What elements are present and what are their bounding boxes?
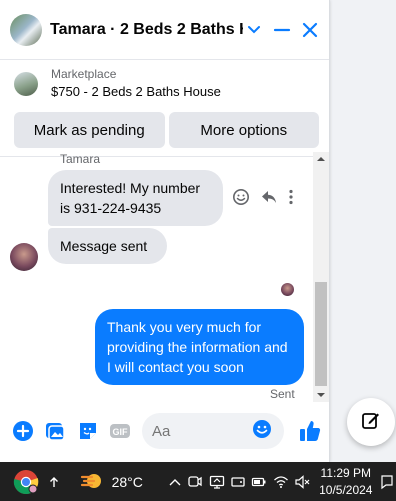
taskbar-edge	[0, 462, 10, 501]
chrome-icon[interactable]	[10, 462, 43, 501]
listing-text: Marketplace $750 - 2 Beds 2 Baths House	[51, 66, 221, 102]
clock-time: 11:29 PM	[320, 465, 372, 480]
photo-icon[interactable]	[43, 418, 69, 444]
chevron-down-icon[interactable]	[243, 19, 265, 41]
more-options-button[interactable]: More options	[168, 112, 319, 148]
new-message-button[interactable]	[347, 398, 395, 446]
scroll-up-icon[interactable]	[313, 152, 329, 166]
sender-name: Tamara	[60, 152, 101, 166]
taskbar-overflow-icon[interactable]	[43, 462, 64, 501]
scrollbar-thumb[interactable]	[315, 282, 327, 386]
message-status: Sent	[270, 387, 295, 401]
weather-temperature[interactable]: 28°C	[112, 462, 143, 501]
thumbs-up-icon[interactable]	[298, 418, 324, 444]
chat-header: Tamara · 2 Beds 2 Baths H…	[0, 0, 329, 60]
windows-taskbar: 28°C 11:29 PM 10/5/2024	[0, 462, 396, 501]
header-controls	[243, 19, 321, 41]
react-icon[interactable]	[232, 188, 250, 211]
emoji-icon[interactable]	[252, 419, 272, 444]
sender-avatar[interactable]	[10, 243, 38, 271]
incoming-message[interactable]: Message sent	[48, 228, 167, 264]
reply-icon[interactable]	[260, 188, 278, 211]
chat-window: Tamara · 2 Beds 2 Baths H… Marketplace $…	[0, 0, 330, 462]
battery-icon[interactable]	[249, 462, 270, 501]
system-clock[interactable]: 11:29 PM 10/5/2024	[319, 465, 372, 499]
clock-date: 10/5/2024	[319, 482, 373, 497]
listing-source: Marketplace	[51, 67, 117, 81]
sticker-icon[interactable]	[75, 418, 101, 444]
volume-muted-icon[interactable]	[292, 462, 313, 501]
svg-text:GIF: GIF	[113, 427, 129, 437]
message-input-box[interactable]	[142, 413, 284, 449]
more-icon[interactable]	[288, 188, 294, 211]
listing-info[interactable]: Marketplace $750 - 2 Beds 2 Baths House	[14, 66, 319, 102]
scroll-down-icon[interactable]	[313, 388, 329, 402]
message-input[interactable]	[152, 422, 252, 440]
drive-icon[interactable]	[227, 462, 248, 501]
listing-actions: Mark as pending More options	[14, 112, 319, 148]
tray-chevron-up-icon[interactable]	[165, 462, 185, 501]
background-page	[330, 0, 396, 462]
message-list: Tamara Interested! My number is 931-224-…	[0, 152, 330, 402]
close-icon[interactable]	[299, 19, 321, 41]
weather-icon[interactable]	[78, 462, 107, 501]
mark-as-pending-button[interactable]: Mark as pending	[14, 112, 165, 148]
listing-avatar[interactable]	[10, 13, 42, 46]
scrollbar[interactable]	[313, 152, 329, 402]
meet-now-icon[interactable]	[184, 462, 205, 501]
notification-icon[interactable]	[378, 462, 396, 501]
compose-icon	[361, 410, 381, 435]
message-composer: GIF	[0, 408, 330, 454]
chat-title[interactable]: Tamara · 2 Beds 2 Baths H…	[50, 21, 243, 39]
outgoing-message[interactable]: Thank you very much for providing the in…	[95, 309, 304, 385]
screen-share-icon[interactable]	[206, 462, 227, 501]
incoming-message[interactable]: Interested! My number is 931-224-9435	[48, 170, 223, 226]
minimize-icon[interactable]	[271, 19, 293, 41]
listing-card: Marketplace $750 - 2 Beds 2 Baths House …	[0, 60, 329, 157]
wifi-icon[interactable]	[270, 462, 291, 501]
plus-icon[interactable]	[10, 418, 36, 444]
gif-icon[interactable]: GIF	[108, 418, 134, 444]
seen-indicator-avatar	[281, 283, 294, 296]
listing-thumbnail	[14, 72, 38, 96]
message-actions	[232, 188, 294, 211]
listing-description: $750 - 2 Beds 2 Baths House	[51, 84, 221, 99]
